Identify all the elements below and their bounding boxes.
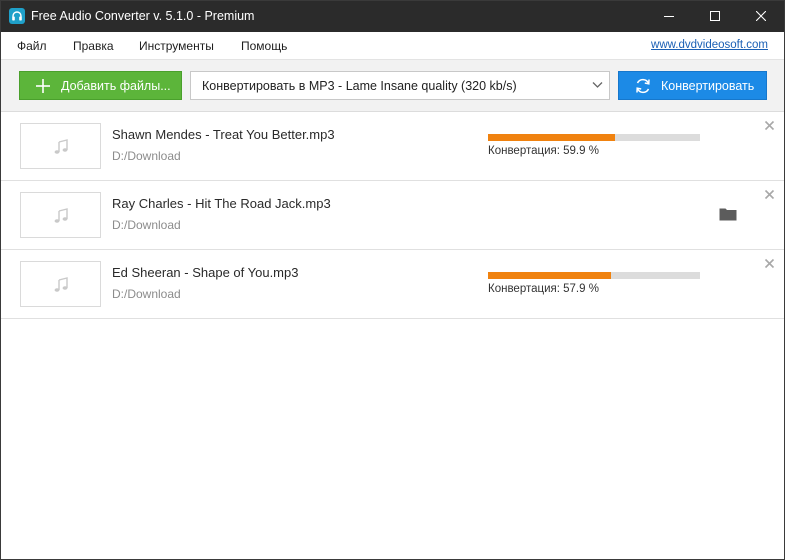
music-note-icon: [54, 277, 68, 292]
file-name: Ed Sheeran - Shape of You.mp3: [112, 265, 299, 280]
output-format-select[interactable]: Конвертировать в MP3 - Lame Insane quali…: [190, 71, 610, 100]
convert-button[interactable]: Конвертировать: [618, 71, 767, 100]
window-title: Free Audio Converter v. 5.1.0 - Premium: [31, 9, 255, 23]
file-thumbnail: [20, 261, 101, 307]
add-files-label: Добавить файлы...: [61, 79, 171, 93]
plus-icon: [36, 79, 50, 93]
remove-file-icon[interactable]: [764, 258, 775, 269]
minimize-button[interactable]: [646, 1, 692, 32]
convert-label: Конвертировать: [661, 79, 755, 93]
remove-file-icon[interactable]: [764, 189, 775, 200]
add-files-button[interactable]: Добавить файлы...: [19, 71, 182, 100]
file-list: Shawn Mendes - Treat You Better.mp3 D:/D…: [1, 112, 784, 319]
maximize-button[interactable]: [692, 1, 738, 32]
progress-bar: [488, 272, 700, 279]
file-row[interactable]: Ed Sheeran - Shape of You.mp3 D:/Downloa…: [1, 250, 784, 319]
menu-tools[interactable]: Инструменты: [139, 39, 214, 53]
menu-help[interactable]: Помощь: [241, 39, 287, 53]
headphones-icon: [9, 8, 25, 24]
remove-file-icon[interactable]: [764, 120, 775, 131]
file-row[interactable]: Shawn Mendes - Treat You Better.mp3 D:/D…: [1, 112, 784, 181]
progress-status: Конвертация: 59.9 %: [488, 145, 599, 157]
toolbar: Добавить файлы... Конвертировать в MP3 -…: [1, 60, 784, 112]
progress-status: Конвертация: 57.9 %: [488, 283, 599, 295]
close-icon: [756, 11, 766, 21]
menu-edit[interactable]: Правка: [73, 39, 114, 53]
file-path: D:/Download: [112, 149, 181, 163]
close-button[interactable]: [738, 1, 784, 32]
minimize-icon: [664, 16, 674, 17]
refresh-icon: [636, 78, 650, 94]
website-link[interactable]: www.dvdvideosoft.com: [651, 39, 768, 51]
chevron-down-icon: [592, 82, 603, 88]
menu-file[interactable]: Файл: [17, 39, 47, 53]
progress-fill: [488, 272, 611, 279]
file-name: Ray Charles - Hit The Road Jack.mp3: [112, 196, 331, 211]
progress-fill: [488, 134, 615, 141]
app-window: Free Audio Converter v. 5.1.0 - Premium …: [0, 0, 785, 560]
music-note-icon: [54, 208, 68, 223]
menu-bar: Файл Правка Инструменты Помощь www.dvdvi…: [1, 32, 784, 60]
progress-bar: [488, 134, 700, 141]
music-note-icon: [54, 139, 68, 154]
title-bar[interactable]: Free Audio Converter v. 5.1.0 - Premium: [1, 1, 784, 32]
file-path: D:/Download: [112, 218, 181, 232]
file-thumbnail: [20, 192, 101, 238]
file-row[interactable]: Ray Charles - Hit The Road Jack.mp3 D:/D…: [1, 181, 784, 250]
file-name: Shawn Mendes - Treat You Better.mp3: [112, 127, 335, 142]
selected-format: Конвертировать в MP3 - Lame Insane quali…: [202, 79, 517, 93]
maximize-icon: [710, 11, 720, 21]
open-folder-icon[interactable]: [719, 207, 737, 221]
file-thumbnail: [20, 123, 101, 169]
file-path: D:/Download: [112, 287, 181, 301]
